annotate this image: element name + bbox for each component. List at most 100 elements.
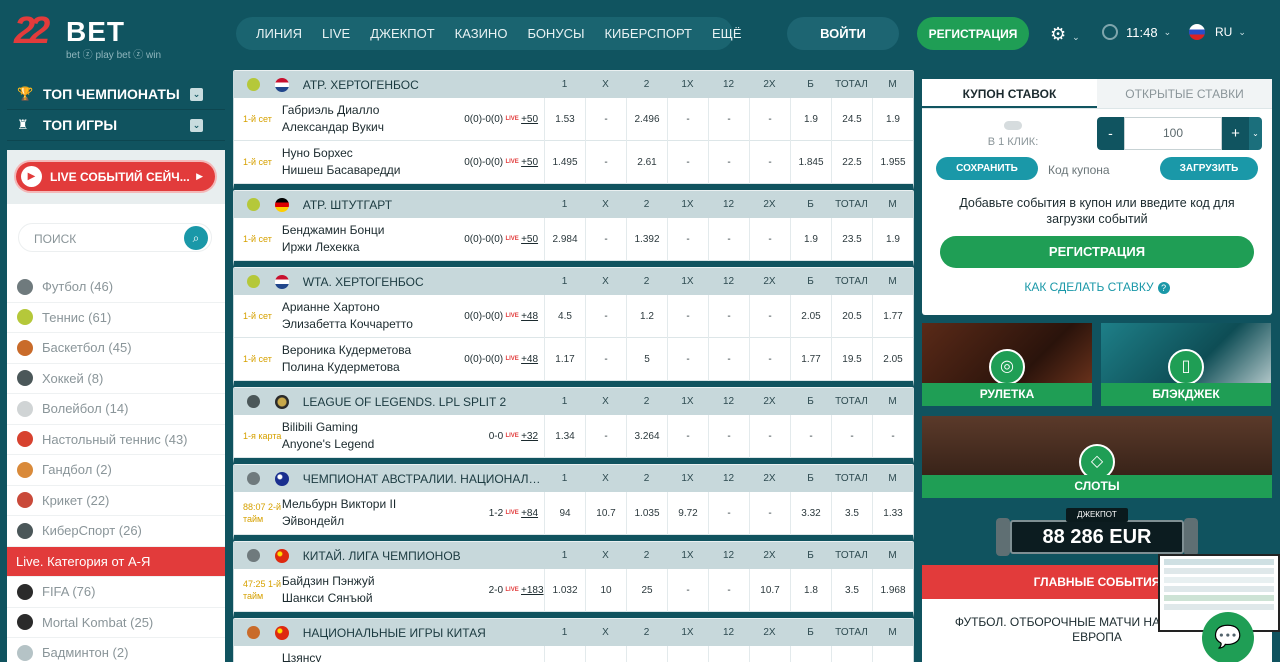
match-row[interactable]: 1-й сет Арианне Хартоно Элизабетта Коччаре… xyxy=(234,294,913,338)
odd-cell[interactable]: 1.77 xyxy=(872,294,913,338)
match-teams[interactable]: Бенджамин Бонци Иржи Лехекка xyxy=(282,222,445,256)
sidebar-item-sport[interactable]: Крикет (22) xyxy=(7,486,225,516)
increase-button[interactable]: + xyxy=(1222,117,1249,150)
odd-cell[interactable]: 1.53 xyxy=(544,97,585,141)
sidebar-item-sport[interactable]: Гандбол (2) xyxy=(7,455,225,486)
nav-casino[interactable]: КАЗИНО xyxy=(455,26,508,41)
odd-cell[interactable]: - xyxy=(667,645,708,662)
odd-cell[interactable]: 10.2 xyxy=(626,645,667,662)
chevron-down-icon[interactable]: ⌄ xyxy=(190,87,203,101)
match-row[interactable]: 1-й сет Нуно Борхес Нишеш Басаваредди 0(0)-… xyxy=(234,140,913,184)
league-header[interactable]: ЧЕМПИОНАТ АВСТРАЛИИ. НАЦИОНАЛЬН... 1 X 2 1X 1… xyxy=(234,464,913,492)
top-championships[interactable]: 🏆 ТОП ЧЕМПИОНАТЫ ⌄ xyxy=(7,79,225,110)
odd-cell[interactable]: - xyxy=(749,294,790,338)
blackjack-tile[interactable]: ▯ БЛЭКДЖЕК xyxy=(1101,323,1271,406)
league-header[interactable]: ATP. ШТУТГАРТ 1 X 2 1X 12 2X Б ТОТАЛ М xyxy=(234,190,913,218)
odd-cell[interactable]: 10.7 xyxy=(749,568,790,612)
odd-cell[interactable]: - xyxy=(667,337,708,381)
nav-live[interactable]: LIVE xyxy=(322,26,350,41)
odd-cell[interactable]: 1.495 xyxy=(544,140,585,184)
sidebar-item-sport[interactable]: FIFA (76) xyxy=(7,577,225,608)
match-row[interactable]: 1-я карта Bilibili Gaming Anyone's Legend 0… xyxy=(234,414,913,458)
odd-cell[interactable]: 24.5 xyxy=(831,97,872,141)
league-header[interactable]: WTA. ХЕРТОГЕНБОС 1 X 2 1X 12 2X Б ТОТАЛ М xyxy=(234,267,913,295)
save-button[interactable]: СОХРАНИТЬ xyxy=(936,157,1038,180)
match-teams[interactable]: Арианне Хартоно Элизабетта Коччаретто xyxy=(282,299,445,333)
settings-dropdown[interactable]: ⚙ ⌄ xyxy=(1050,24,1080,45)
odd-cell[interactable]: 10 xyxy=(585,568,626,612)
odd-cell[interactable]: - xyxy=(585,294,626,338)
match-teams[interactable]: Габриэль Диалло Александар Вукич xyxy=(282,102,445,136)
match-teams[interactable]: Мельбурн Виктори II Эйвондейл xyxy=(282,496,445,530)
coupon-register-button[interactable]: РЕГИСТРАЦИЯ xyxy=(940,236,1254,268)
sidebar-item-sport[interactable]: Теннис (61) xyxy=(7,303,225,333)
odd-cell[interactable]: - xyxy=(708,217,749,261)
sidebar-item-sport[interactable]: КиберСпорт (26) xyxy=(7,516,225,547)
odd-cell[interactable]: - xyxy=(708,491,749,535)
odd-cell[interactable]: 1.87 xyxy=(872,645,913,662)
odd-cell[interactable]: 1.77 xyxy=(790,337,831,381)
sidebar-item-sport[interactable]: Настольный теннис (43) xyxy=(7,425,225,455)
odd-cell[interactable]: - xyxy=(585,337,626,381)
amount-input[interactable]: 100 xyxy=(1124,117,1222,150)
odd-cell[interactable]: - xyxy=(708,140,749,184)
odd-cell[interactable]: 9.72 xyxy=(667,491,708,535)
chat-button[interactable]: 💬 xyxy=(1202,612,1254,662)
odd-cell[interactable]: - xyxy=(667,97,708,141)
decrease-button[interactable]: - xyxy=(1097,117,1124,150)
odd-cell[interactable]: 25 xyxy=(626,568,667,612)
search-icon[interactable]: ⌕ xyxy=(184,226,208,250)
match-row[interactable]: 1-й сет Вероника Кудерметова Полина Кудерм… xyxy=(234,337,913,381)
odd-cell[interactable]: - xyxy=(749,414,790,458)
more-markets-link[interactable]: +50 xyxy=(521,157,543,168)
odd-cell[interactable]: 1.035 xyxy=(626,491,667,535)
one-click-toggle[interactable]: В 1 КЛИК: xyxy=(978,121,1048,148)
sidebar-item-sport[interactable]: Футбол (46) xyxy=(7,272,225,303)
how-to-bet-link[interactable]: КАК СДЕЛАТЬ СТАВКУ? xyxy=(922,280,1272,294)
odd-cell[interactable]: - xyxy=(585,97,626,141)
odd-cell[interactable]: 1.955 xyxy=(872,140,913,184)
odd-cell[interactable]: 17 xyxy=(585,645,626,662)
more-markets-link[interactable]: +32 xyxy=(521,431,543,442)
match-teams[interactable]: ЦзянсуХубэй xyxy=(282,650,445,662)
match-teams[interactable]: Нуно Борхес Нишеш Басаваредди xyxy=(282,145,445,179)
coupon-code-input[interactable]: Код купона xyxy=(1048,163,1110,177)
more-markets-link[interactable]: +48 xyxy=(521,311,543,322)
odd-cell[interactable]: 23.5 xyxy=(831,217,872,261)
clock[interactable]: 11:48 ⌄ xyxy=(1102,24,1171,40)
chevron-down-icon[interactable]: ⌄ xyxy=(190,118,203,132)
odd-cell[interactable]: - xyxy=(831,414,872,458)
odd-cell[interactable]: - xyxy=(749,140,790,184)
odd-cell[interactable]: 3.5 xyxy=(831,491,872,535)
odd-cell[interactable]: 1.17 xyxy=(544,337,585,381)
match-teams[interactable]: Bilibili Gaming Anyone's Legend xyxy=(282,419,445,453)
odd-cell[interactable]: 1.34 xyxy=(544,414,585,458)
tab-open-bets[interactable]: ОТКРЫТЫЕ СТАВКИ xyxy=(1097,79,1272,108)
odd-cell[interactable]: - xyxy=(708,97,749,141)
chevron-down-icon[interactable]: ⌄ xyxy=(1249,117,1262,150)
odd-cell[interactable]: 2.496 xyxy=(626,97,667,141)
odd-cell[interactable]: 1.8 xyxy=(790,568,831,612)
odd-cell[interactable]: 5 xyxy=(626,337,667,381)
odd-cell[interactable]: - xyxy=(667,294,708,338)
odd-cell[interactable]: - xyxy=(749,645,790,662)
odd-cell[interactable]: - xyxy=(749,217,790,261)
odd-cell[interactable]: - xyxy=(872,414,913,458)
sidebar-item-sport[interactable]: Хоккей (8) xyxy=(7,364,225,394)
league-header[interactable]: КИТАЙ. ЛИГА ЧЕМПИОНОВ 1 X 2 1X 12 2X Б ТОТАЛ М xyxy=(234,541,913,569)
logo[interactable]: 22 BET bet ⓩ play bet ⓩ win xyxy=(14,10,174,61)
odd-cell[interactable]: 1.9 xyxy=(790,217,831,261)
odd-cell[interactable]: 22.5 xyxy=(831,140,872,184)
match-row[interactable]: 1-й сет Бенджамин Бонци Иржи Лехекка 0(0)-0… xyxy=(234,217,913,261)
odd-cell[interactable]: - xyxy=(667,414,708,458)
match-row[interactable]: 1-й сет Габриэль Диалло Александар Вукич 0(… xyxy=(234,97,913,141)
league-header[interactable]: LEAGUE OF LEGENDS. LPL SPLIT 2 1 X 2 1X 12 2X Б… xyxy=(234,387,913,415)
match-row[interactable]: 10:00ЦзянсуХубэй22-16LIVE+2821.0451710.2… xyxy=(234,645,913,662)
odd-cell[interactable]: 3.5 xyxy=(831,568,872,612)
top-games[interactable]: ♜ ТОП ИГРЫ ⌄ xyxy=(7,110,225,141)
odd-cell[interactable]: 1.392 xyxy=(626,217,667,261)
nav-jackpot[interactable]: ДЖЕКПОТ xyxy=(370,26,434,41)
nav-esports[interactable]: КИБЕРСПОРТ xyxy=(604,26,692,41)
odd-cell[interactable]: 1.845 xyxy=(790,140,831,184)
odd-cell[interactable]: - xyxy=(790,414,831,458)
